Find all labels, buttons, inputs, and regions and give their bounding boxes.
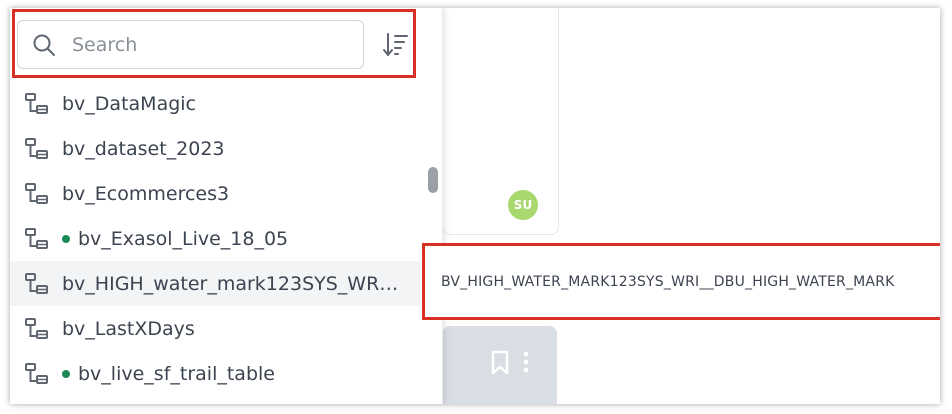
list-item[interactable]: bv_dataset_2023 xyxy=(10,126,420,171)
dataset-list: bv_DataMagic bv_dataset_2023 bv_Ecommerces… xyxy=(10,81,420,396)
live-status-dot xyxy=(62,369,70,378)
list-item-label: bv_LastXDays xyxy=(62,317,195,340)
background-card xyxy=(442,8,559,235)
table-view-icon xyxy=(24,361,50,387)
list-item[interactable]: bv_Ecommerces3 xyxy=(10,171,420,216)
kebab-icon[interactable] xyxy=(520,350,532,376)
table-view-icon xyxy=(24,226,50,252)
dataset-dropdown: bv_DataMagic bv_dataset_2023 bv_Ecommerces… xyxy=(10,8,443,404)
scrollbar-thumb[interactable] xyxy=(428,167,438,193)
search-icon xyxy=(33,34,55,56)
tooltip: BV_HIGH_WATER_MARK123SYS_WRI__DBU_HIGH_W… xyxy=(422,243,940,320)
bookmark-icon[interactable] xyxy=(490,350,510,376)
sort-icon[interactable] xyxy=(382,32,408,58)
list-item[interactable]: bv_DataMagic xyxy=(10,81,420,126)
list-item[interactable]: bv_HIGH_water_mark123SYS_WRI... xyxy=(10,261,420,306)
list-item[interactable]: bv_LastXDays xyxy=(10,306,420,351)
tooltip-text: BV_HIGH_WATER_MARK123SYS_WRI__DBU_HIGH_W… xyxy=(441,273,895,290)
table-view-icon xyxy=(24,316,50,342)
list-item-label: bv_HIGH_water_mark123SYS_WRI... xyxy=(62,272,402,295)
list-item-label: bv_Ecommerces3 xyxy=(62,182,230,205)
table-view-icon xyxy=(24,181,50,207)
app-frame: SU bv_DataMagic bv_dataset_2023 bv_Ecommer… xyxy=(10,8,940,404)
list-item-label: bv_DataMagic xyxy=(62,92,196,115)
list-item[interactable]: bv_live_sf_trail_table xyxy=(10,351,420,396)
avatar[interactable]: SU xyxy=(508,190,538,220)
list-item-label: bv_dataset_2023 xyxy=(62,137,225,160)
search-field[interactable] xyxy=(17,20,364,69)
list-item-label: bv_Exasol_Live_18_05 xyxy=(78,227,289,250)
table-view-icon xyxy=(24,271,50,297)
list-item[interactable]: bv_Exasol_Live_18_05 xyxy=(10,216,420,261)
list-item-label: bv_live_sf_trail_table xyxy=(78,362,275,385)
live-status-dot xyxy=(62,234,70,243)
table-view-icon xyxy=(24,91,50,117)
search-input[interactable] xyxy=(70,32,334,57)
table-view-icon xyxy=(24,136,50,162)
